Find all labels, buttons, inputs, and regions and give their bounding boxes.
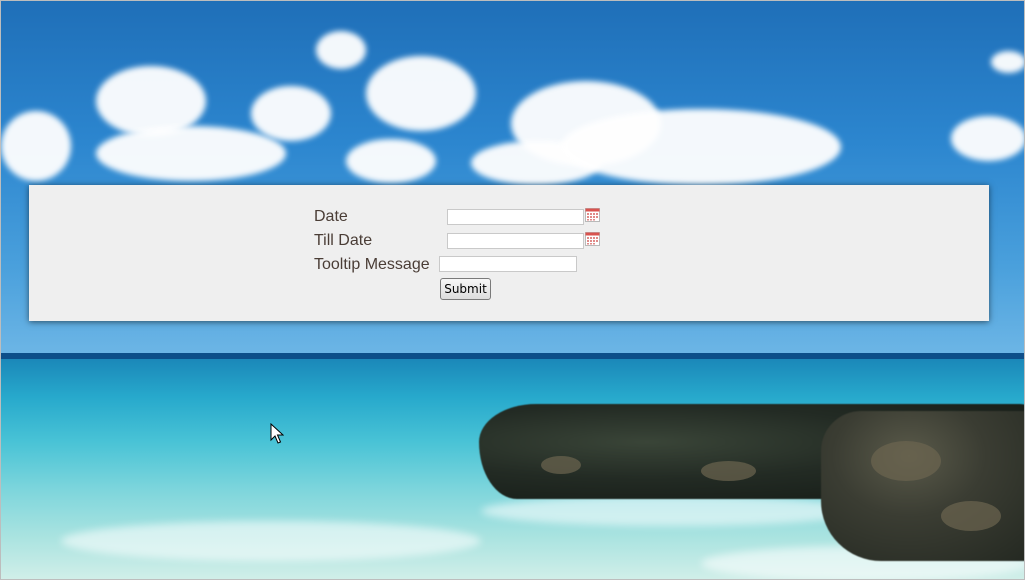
till-date-label: Till Date [314,232,373,249]
cloud [951,116,1024,161]
cloud [1,111,71,181]
date-input[interactable] [447,209,584,225]
horizon-line [1,353,1024,359]
submit-button[interactable]: Submit [440,278,491,300]
desktop-stage: Date Till Date Tooltip Message Submit [0,0,1025,580]
cloud [251,86,331,141]
rock-texture [941,501,1001,531]
surf-foam [481,496,861,526]
cloud [561,109,841,185]
cloud [316,31,366,69]
surf-foam [61,521,481,561]
rock-texture [701,461,756,481]
cloud [366,56,476,131]
rock-formation [821,411,1024,561]
till-date-input[interactable] [447,233,584,249]
calendar-icon[interactable] [585,208,600,222]
tooltip-message-label: Tooltip Message [314,256,430,273]
rock-texture [871,441,941,481]
cloud [991,51,1024,73]
cloud [96,126,286,181]
date-label: Date [314,208,348,225]
mouse-cursor-icon [270,422,285,445]
calendar-icon[interactable] [585,232,600,246]
tooltip-message-input[interactable] [439,256,577,272]
cloud [346,139,436,183]
form-panel: Date Till Date Tooltip Message Submit [29,185,989,321]
rock-texture [541,456,581,474]
